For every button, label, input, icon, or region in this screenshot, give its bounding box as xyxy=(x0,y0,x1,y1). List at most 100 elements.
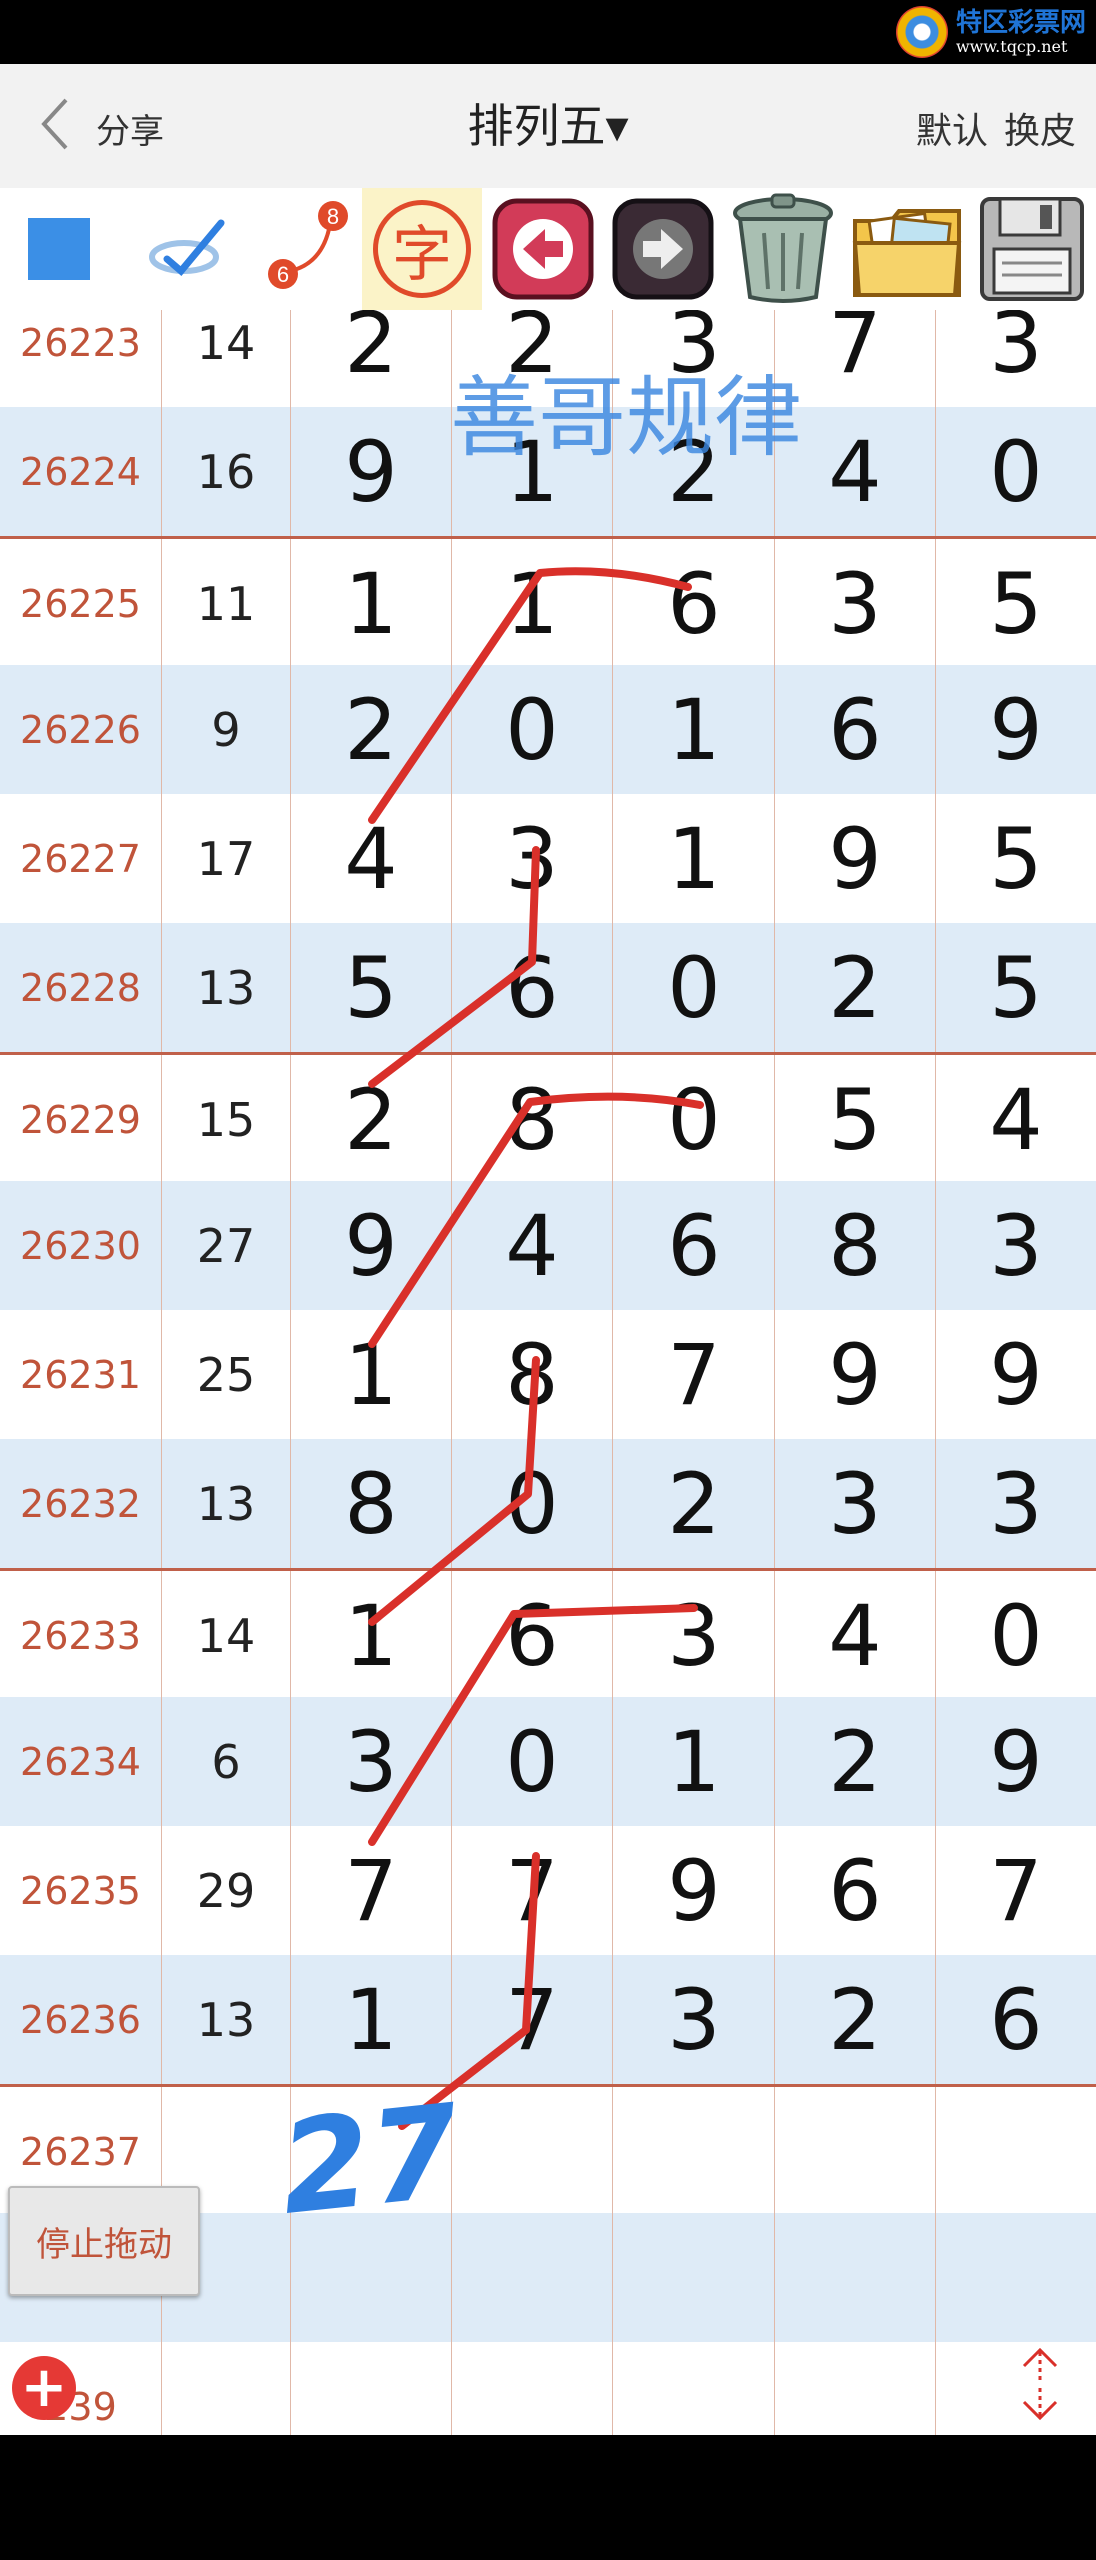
digit-cell[interactable]: 1 xyxy=(291,1310,452,1439)
digit-cell[interactable]: 3 xyxy=(936,1181,1096,1310)
digit-cell[interactable]: 3 xyxy=(775,539,936,668)
digit-cell[interactable]: 3 xyxy=(775,1439,936,1568)
digit-cell[interactable]: 2 xyxy=(775,1955,936,2084)
digit-cell[interactable]: 9 xyxy=(775,1310,936,1439)
digit-cell[interactable] xyxy=(291,2213,452,2342)
table-row[interactable]: 26229 15 2 8 0 5 4 xyxy=(0,1052,1096,1184)
digit-cell[interactable]: 4 xyxy=(775,407,936,536)
digit-cell[interactable]: 0 xyxy=(452,1697,613,1826)
digit-cell[interactable]: 8 xyxy=(291,1439,452,1568)
digit-cell[interactable] xyxy=(291,2342,452,2435)
table-row[interactable]: 26235 29 7 7 9 6 7 xyxy=(0,1826,1096,1955)
digit-cell[interactable]: 1 xyxy=(291,539,452,668)
digit-cell[interactable]: 0 xyxy=(452,665,613,794)
digit-cell[interactable] xyxy=(614,2342,775,2435)
digit-cell[interactable] xyxy=(936,2087,1096,2216)
digit-cell[interactable]: 6 xyxy=(775,665,936,794)
save-button[interactable] xyxy=(970,188,1094,310)
digit-cell[interactable]: 2 xyxy=(614,407,775,536)
digit-cell[interactable]: 0 xyxy=(452,1439,613,1568)
default-skin-button[interactable]: 默认 xyxy=(916,102,988,154)
stop-drag-button[interactable]: 停止拖动 xyxy=(8,2186,200,2296)
digit-cell[interactable]: 8 xyxy=(452,1055,613,1184)
digit-cell[interactable]: 5 xyxy=(291,923,452,1052)
change-skin-button[interactable]: 换皮 xyxy=(1004,102,1076,154)
digit-cell[interactable]: 9 xyxy=(775,794,936,923)
digit-cell[interactable]: 3 xyxy=(452,794,613,923)
digit-cell[interactable]: 0 xyxy=(936,407,1096,536)
digit-cell[interactable]: 3 xyxy=(614,310,775,407)
share-button[interactable]: 分享 xyxy=(96,104,164,153)
table-row[interactable]: 26236 13 1 7 3 2 6 xyxy=(0,1955,1096,2084)
digit-cell[interactable]: 7 xyxy=(452,1826,613,1955)
pen-tool-button[interactable] xyxy=(130,188,248,310)
color-swatch-button[interactable] xyxy=(0,188,118,310)
digit-cell[interactable]: 6 xyxy=(775,1826,936,1955)
gallery-button[interactable] xyxy=(846,188,968,310)
digit-cell[interactable] xyxy=(936,2213,1096,2342)
digit-cell[interactable]: 5 xyxy=(775,1055,936,1184)
digit-cell[interactable]: 9 xyxy=(291,407,452,536)
digit-cell[interactable]: 6 xyxy=(452,1571,613,1700)
table-row[interactable]: 26234 6 3 0 1 2 9 xyxy=(0,1697,1096,1826)
digit-cell[interactable] xyxy=(775,2342,936,2435)
back-chevron-icon[interactable] xyxy=(36,94,72,154)
digit-cell[interactable]: 0 xyxy=(614,1055,775,1184)
digit-cell[interactable] xyxy=(452,2342,613,2435)
digit-cell[interactable]: 7 xyxy=(936,1826,1096,1955)
digit-cell[interactable]: 6 xyxy=(614,539,775,668)
digit-cell[interactable]: 6 xyxy=(452,923,613,1052)
table-row[interactable]: 26232 13 8 0 2 3 3 xyxy=(0,1439,1096,1568)
digit-cell[interactable]: 2 xyxy=(452,310,613,407)
digit-cell[interactable]: 3 xyxy=(614,1571,775,1700)
digit-cell[interactable]: 2 xyxy=(291,665,452,794)
scroll-arrows-icon[interactable] xyxy=(1010,2344,1070,2424)
digit-cell[interactable]: 8 xyxy=(452,1310,613,1439)
digit-cell[interactable] xyxy=(775,2087,936,2216)
table-row[interactable]: 239 xyxy=(0,2342,1096,2435)
table-row[interactable]: 26225 11 1 1 6 3 5 xyxy=(0,536,1096,668)
digit-cell[interactable] xyxy=(452,2087,613,2216)
table-row[interactable]: 26231 25 1 8 7 9 9 xyxy=(0,1310,1096,1439)
digit-cell[interactable]: 7 xyxy=(452,1955,613,2084)
digit-cell[interactable]: 1 xyxy=(291,1955,452,2084)
digit-cell[interactable] xyxy=(291,2087,452,2216)
digit-cell[interactable]: 4 xyxy=(775,1571,936,1700)
add-icon[interactable]: + xyxy=(12,2356,76,2420)
lottery-selector[interactable]: 排列五▾ xyxy=(467,99,628,153)
digit-cell[interactable]: 3 xyxy=(936,1439,1096,1568)
digit-cell[interactable]: 3 xyxy=(291,1697,452,1826)
digit-cell[interactable] xyxy=(775,2213,936,2342)
digit-cell[interactable]: 2 xyxy=(291,1055,452,1184)
text-tool-button[interactable]: 字 xyxy=(362,188,482,310)
digit-cell[interactable]: 9 xyxy=(936,1310,1096,1439)
table-row[interactable]: 26223 14 2 2 3 7 3 xyxy=(0,310,1096,407)
table-row[interactable]: 26227 17 4 3 1 9 5 xyxy=(0,794,1096,923)
digit-cell[interactable]: 2 xyxy=(291,310,452,407)
digit-cell[interactable]: 1 xyxy=(452,539,613,668)
table-row[interactable]: 26228 13 5 6 0 2 5 xyxy=(0,923,1096,1052)
digit-cell[interactable]: 2 xyxy=(614,1439,775,1568)
digit-cell[interactable]: 3 xyxy=(936,310,1096,407)
digit-cell[interactable] xyxy=(614,2087,775,2216)
digit-cell[interactable]: 7 xyxy=(775,310,936,407)
redo-button[interactable] xyxy=(608,188,718,310)
digit-cell[interactable]: 9 xyxy=(936,665,1096,794)
digit-cell[interactable]: 1 xyxy=(614,1697,775,1826)
digit-cell[interactable] xyxy=(452,2213,613,2342)
clear-button[interactable] xyxy=(724,188,842,310)
digit-cell[interactable]: 1 xyxy=(452,407,613,536)
digit-cell[interactable]: 9 xyxy=(614,1826,775,1955)
table-row[interactable]: 26226 9 2 0 1 6 9 xyxy=(0,665,1096,794)
digit-cell[interactable]: 7 xyxy=(614,1310,775,1439)
digit-cell[interactable]: 5 xyxy=(936,923,1096,1052)
digit-cell[interactable]: 9 xyxy=(936,1697,1096,1826)
results-grid[interactable]: 26223 14 2 2 3 7 3 26224 16 9 1 2 4 0 26225 11 1 1 6 3 5 2622… xyxy=(0,310,1096,2435)
digit-cell[interactable] xyxy=(614,2213,775,2342)
digit-cell[interactable]: 1 xyxy=(614,665,775,794)
digit-cell[interactable]: 2 xyxy=(775,1697,936,1826)
digit-cell[interactable]: 8 xyxy=(775,1181,936,1310)
connect-line-button[interactable]: 8 6 xyxy=(250,188,360,310)
digit-cell[interactable]: 3 xyxy=(614,1955,775,2084)
digit-cell[interactable]: 4 xyxy=(936,1055,1096,1184)
